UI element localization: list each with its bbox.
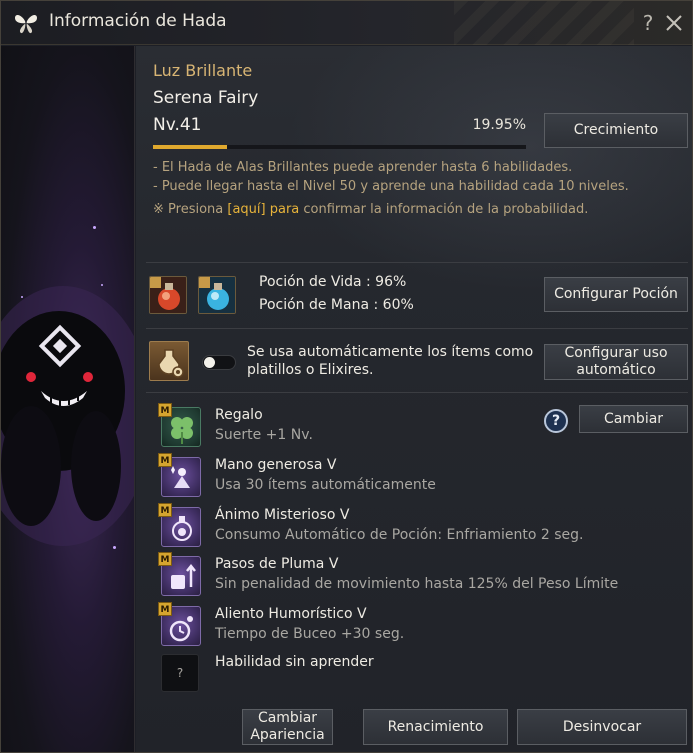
auto-use-toggle[interactable]	[202, 355, 236, 370]
auto-use-description: Se usa automáticamente los ítems como pl…	[247, 344, 534, 378]
dismiss-button[interactable]: Desinvocar	[517, 709, 687, 745]
sparkle	[93, 226, 96, 229]
fairy-character-image	[1, 286, 134, 546]
unknown-skill-icon: ?	[161, 654, 199, 692]
fairy-portrait	[1, 46, 135, 752]
mastery-badge: M	[158, 602, 172, 616]
change-appearance-button[interactable]: Cambiar Apariencia	[242, 709, 333, 745]
skill-description: Consumo Automático de Poción: Enfriamien…	[215, 527, 584, 543]
probability-suffix: confirmar la información de la probabili…	[299, 202, 589, 217]
probability-prefix: ※ Presiona	[153, 202, 228, 217]
exp-progress-fill	[153, 145, 228, 149]
fairy-info-window: Información de Hada ? Luz Brillante Sere…	[0, 0, 693, 753]
sparkle	[113, 546, 116, 549]
mastery-badge: M	[158, 552, 172, 566]
toggle-knob	[204, 357, 215, 368]
mastery-badge: M	[158, 453, 172, 467]
probability-link[interactable]: [aquí] para	[227, 202, 299, 217]
rebirth-button[interactable]: Renacimiento	[363, 709, 508, 745]
description-line: - Puede llegar hasta el Nivel 50 y apren…	[153, 179, 629, 194]
title-bar-decoration	[454, 1, 634, 45]
skill-name: Aliento Humorístico V	[215, 606, 367, 622]
skill-name: Ánimo Misterioso V	[215, 507, 350, 523]
exp-percent: 19.95%	[472, 117, 526, 133]
probability-info-line: ※ Presiona [aquí] para confirmar la info…	[153, 202, 588, 217]
mastery-badge: M	[158, 403, 172, 417]
fairy-label: Luz Brillante	[153, 61, 253, 80]
skill-name: Pasos de Pluma V	[215, 556, 339, 572]
fairy-name: Serena Fairy	[153, 88, 259, 108]
skill-row[interactable]: M Aliento Humorístico V Tiempo de Buceo …	[158, 602, 678, 651]
divider	[146, 392, 688, 393]
change-skill-button[interactable]: Cambiar	[579, 405, 688, 433]
butterfly-icon	[15, 15, 37, 34]
skill-row[interactable]: M Pasos de Pluma V Sin penalidad de movi…	[158, 552, 678, 601]
divider	[146, 262, 688, 263]
sparkle	[101, 284, 103, 286]
description-line: - El Hada de Alas Brillantes puede apren…	[153, 160, 573, 175]
grow-button[interactable]: Crecimiento	[544, 113, 688, 148]
fairy-details-panel: Luz Brillante Serena Fairy Nv.41 19.95% …	[136, 46, 692, 752]
skill-description: Suerte +1 Nv.	[215, 427, 313, 443]
sparkle	[21, 296, 23, 298]
title-bar[interactable]: Información de Hada ?	[1, 1, 692, 45]
exp-progress-bar	[153, 145, 526, 149]
skill-description: Usa 30 ítems automáticamente	[215, 477, 436, 493]
fairy-level: Nv.41	[153, 115, 202, 135]
configure-auto-use-button[interactable]: Configurar uso automático	[544, 344, 688, 380]
window-title: Información de Hada	[49, 11, 227, 31]
skill-name: Regalo	[215, 407, 263, 423]
skill-help-button[interactable]: ?	[544, 409, 568, 433]
mastery-badge: M	[158, 503, 172, 517]
skill-name: Mano generosa V	[215, 457, 337, 473]
skill-name: Habilidad sin aprender	[215, 654, 374, 670]
elixir-gear-icon	[149, 341, 189, 381]
skill-description: Tiempo de Buceo +30 seg.	[215, 626, 405, 642]
skill-row[interactable]: M Ánimo Misterioso V Consumo Automático …	[158, 503, 678, 552]
mana-potion-label: Poción de Mana : 60%	[259, 297, 414, 313]
life-potion-label: Poción de Vida : 96%	[259, 274, 407, 290]
blue-potion-icon	[198, 276, 236, 314]
divider	[146, 328, 688, 329]
skill-description: Sin penalidad de movimiento hasta 125% d…	[215, 576, 619, 592]
close-icon[interactable]	[663, 11, 685, 35]
skill-row[interactable]: M Mano generosa V Usa 30 ítems automátic…	[158, 453, 678, 502]
red-potion-icon	[149, 276, 187, 314]
help-button[interactable]: ?	[638, 11, 658, 35]
skill-row: ? Habilidad sin aprender	[158, 653, 678, 699]
configure-potion-button[interactable]: Configurar Poción	[544, 277, 688, 312]
